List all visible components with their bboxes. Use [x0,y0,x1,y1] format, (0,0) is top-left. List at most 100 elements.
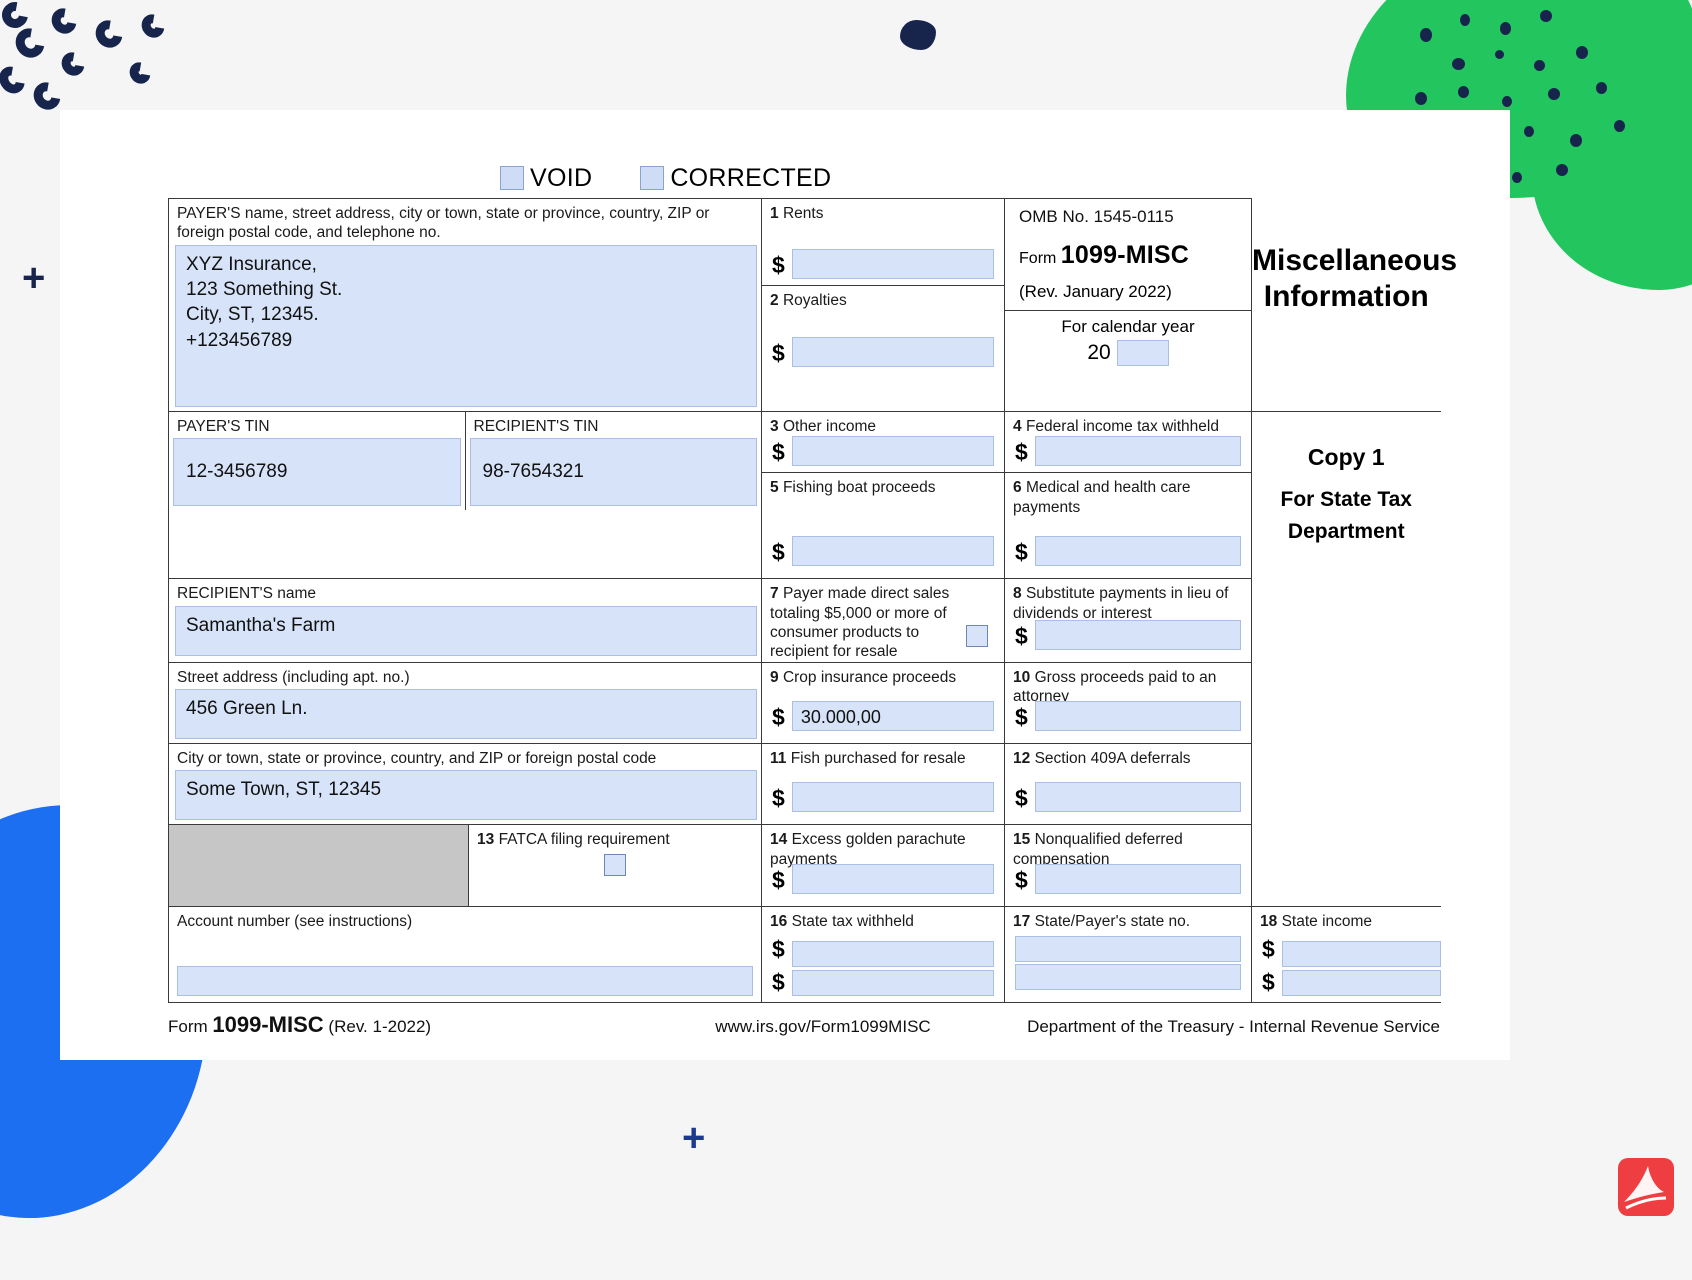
box-12-label: 12 Section 409A deferrals [1005,744,1251,768]
copy-cell: Copy 1 For State Tax Department [1252,411,1441,825]
payer-address-field[interactable]: XYZ Insurance, 123 Something St. City, S… [175,245,757,407]
box-9-input[interactable]: 30.000,00 [792,701,994,731]
box-4-input[interactable] [1035,436,1241,466]
box-15-money[interactable]: $ [1005,864,1251,900]
box-16-cell: 16 State tax withheld $ $ [762,907,1005,1002]
box-7-cell: 7 Payer made direct sales totaling $5,00… [762,579,1005,663]
box-12-input[interactable] [1035,782,1241,812]
box-10-money[interactable]: $ [1005,701,1251,737]
box-17-inputs[interactable] [1005,936,1251,990]
box-5-money[interactable]: $ [762,536,1004,572]
box-3-input[interactable] [792,436,994,466]
city-cell[interactable]: City or town, state or province, country… [169,744,762,825]
street-input[interactable]: 456 Green Ln. [175,689,757,739]
dollar-sign: $ [1015,439,1028,472]
box-8-money[interactable]: $ [1005,620,1251,656]
form-identifier: Form 1099-MISC [1005,227,1251,270]
payer-tin-cell[interactable]: PAYER'S TIN 12-3456789 [169,412,465,510]
box-16-money-b[interactable]: $ [762,969,1004,1002]
box-17-label: 17 State/Payer's state no. [1005,907,1251,931]
payer-tin-input[interactable]: 12-3456789 [173,438,461,506]
box-14-input[interactable] [792,864,994,894]
box-2-money[interactable]: $ [762,337,1004,373]
box-2-input[interactable] [792,337,994,367]
dollar-sign: $ [1015,539,1028,572]
copy-designation: Copy 1 For State Tax Department [1252,412,1441,548]
box-8-input[interactable] [1035,620,1241,650]
tin-cell: PAYER'S TIN 12-3456789 RECIPIENT'S TIN 9… [169,411,762,578]
city-input[interactable]: Some Town, ST, 12345 [175,770,757,820]
recipient-name-input[interactable]: Samantha's Farm [175,606,757,656]
recipient-name-cell[interactable]: RECIPIENT'S name Samantha's Farm [169,579,762,663]
fatca-checkbox[interactable] [469,854,761,881]
box-16-money-a[interactable]: $ [762,936,1004,969]
dollar-sign: $ [772,439,785,472]
box-10-label: 10 Gross proceeds paid to an attorney [1005,663,1251,707]
corrected-checkbox-group[interactable]: CORRECTED [640,164,831,193]
box-1-money[interactable]: $ [762,249,1004,285]
calendar-year-block: For calendar year 20 [1005,311,1251,366]
box-4-money[interactable]: $ [1005,436,1251,472]
dollar-sign: $ [1015,704,1028,737]
box-6-cell: 6 Medical and health care payments $ [1005,473,1252,579]
box-9-money[interactable]: $ 30.000,00 [762,701,1004,737]
corrected-label: CORRECTED [670,164,831,193]
box-5-input[interactable] [792,536,994,566]
account-number-cell[interactable]: Account number (see instructions) [169,907,762,1002]
box-5-cell: 5 Fishing boat proceeds $ [762,473,1005,579]
irs-1099-misc-form: VOID CORRECTED PAYER'S name, street addr… [168,158,1440,1038]
dollar-sign: $ [772,539,785,572]
box-2-label: 2 Royalties [762,286,1004,310]
box-14-money[interactable]: $ [762,864,1004,900]
dollar-sign: $ [1262,936,1275,969]
box-3-money[interactable]: $ [762,436,1004,472]
box-1-label: 1 Rents [762,199,1004,223]
box-18-money-b[interactable]: $ [1252,969,1441,1002]
street-cell[interactable]: Street address (including apt. no.) 456 … [169,662,762,743]
box-18-input-b[interactable] [1282,970,1441,996]
box-17-input-a[interactable] [1015,936,1241,962]
box-16-input-b[interactable] [792,970,994,996]
plus-decoration-left: + [22,258,45,298]
box-18-input-a[interactable] [1282,941,1441,967]
dollar-sign: $ [772,340,785,373]
box-1-input[interactable] [792,249,994,279]
box-11-cell: 11 Fish purchased for resale $ [762,744,1005,825]
recipient-tin-input[interactable]: 98-7654321 [470,438,758,506]
box-13-label: 13 FATCA filing requirement [469,825,761,849]
recipient-tin-cell[interactable]: RECIPIENT'S TIN 98-7654321 [465,412,761,510]
void-checkbox-group[interactable]: VOID [500,164,592,193]
payer-header-label: PAYER'S name, street address, city or to… [169,199,761,243]
footer-url[interactable]: www.irs.gov/Form1099MISC [638,1017,1008,1037]
box-16-input-a[interactable] [792,941,994,967]
calendar-year-input[interactable] [1117,340,1169,366]
dollar-sign: $ [772,704,785,737]
box-12-money[interactable]: $ [1005,782,1251,818]
box-9-label: 9 Crop insurance proceeds [762,663,1004,687]
box-6-label: 6 Medical and health care payments [1005,473,1251,517]
void-checkbox[interactable] [500,166,524,190]
box-10-input[interactable] [1035,701,1241,731]
void-label: VOID [530,164,592,193]
account-number-input[interactable] [177,966,753,996]
box-5-label: 5 Fishing boat proceeds [762,473,1004,497]
form-title: Miscellaneous Information [1252,199,1441,316]
box-15-input[interactable] [1035,864,1241,894]
payer-cell[interactable]: PAYER'S name, street address, city or to… [169,199,762,412]
box-17-input-b[interactable] [1015,964,1241,990]
box-11-input[interactable] [792,782,994,812]
box-11-money[interactable]: $ [762,782,1004,818]
calendar-year-label: For calendar year [1005,317,1251,337]
payer-tin-label: PAYER'S TIN [169,412,465,436]
box-4-cell: 4 Federal income tax withheld $ [1005,411,1252,472]
box-18-money-a[interactable]: $ [1252,936,1441,969]
corrected-checkbox[interactable] [640,166,664,190]
form-row-city: City or town, state or province, country… [169,744,1441,825]
box-6-money[interactable]: $ [1005,536,1251,572]
box-8-label: 8 Substitute payments in lieu of dividen… [1005,579,1251,623]
box-11-label: 11 Fish purchased for resale [762,744,1004,768]
box-7-checkbox[interactable] [966,625,988,652]
plus-decoration-bottom: + [682,1118,705,1158]
box-6-input[interactable] [1035,536,1241,566]
footer-agency: Department of the Treasury - Internal Re… [1008,1017,1440,1037]
